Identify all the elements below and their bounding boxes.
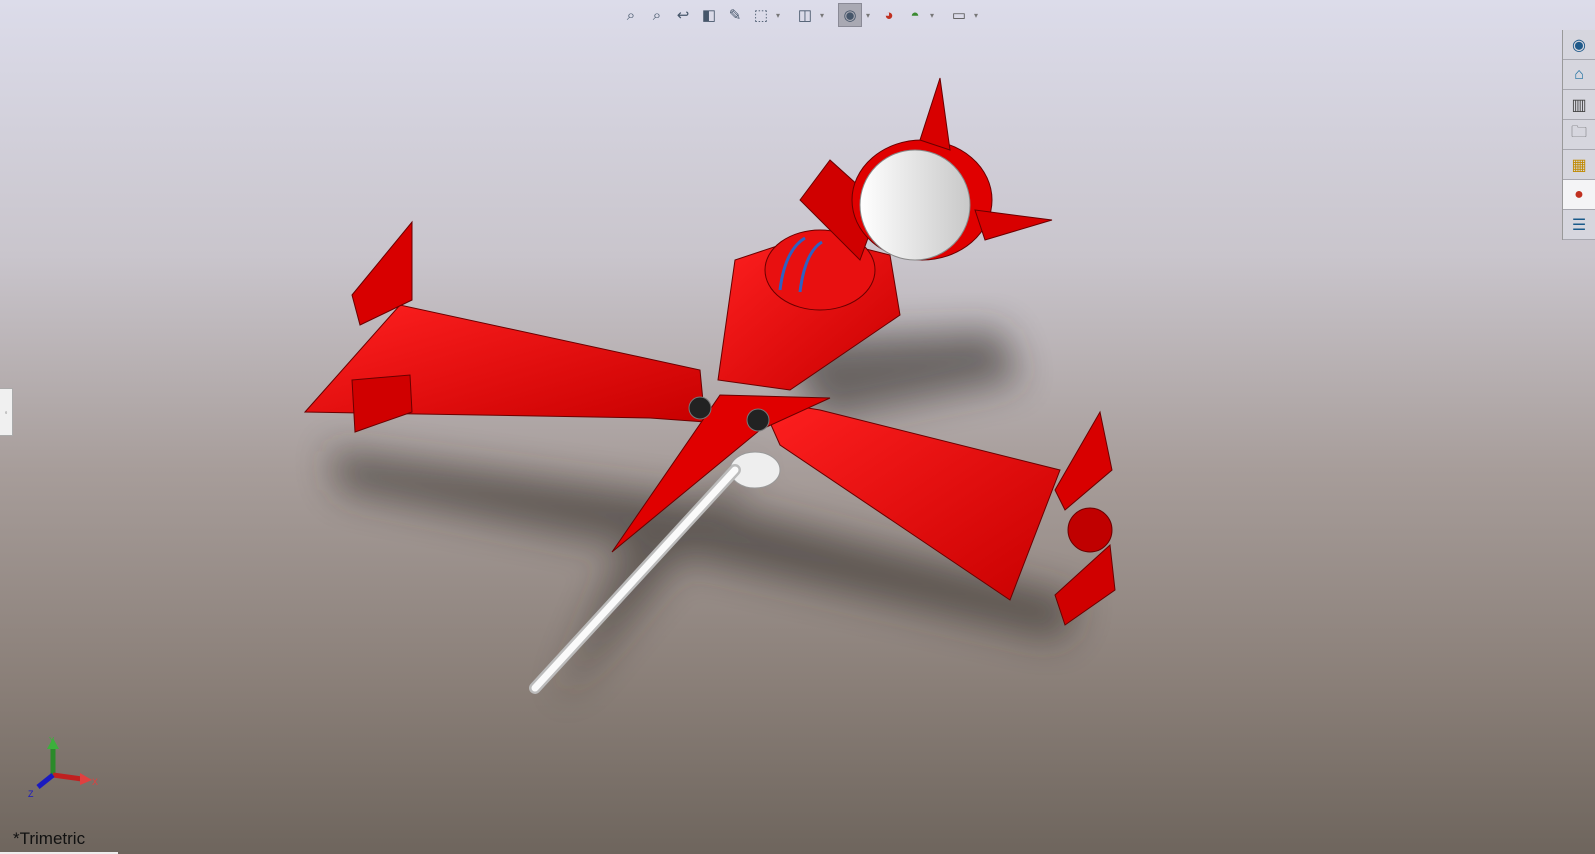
display-style-dropdown[interactable]: ▾ [820, 11, 828, 20]
triad-y-label: Y [49, 736, 55, 745]
task-pane-tabs: ◉ ⌂ ▥ 🗀 ▦ ● ☰ [1562, 30, 1595, 240]
view-settings-icon[interactable]: ▭ [948, 4, 970, 26]
triad-x-label: X [92, 777, 98, 787]
zoom-to-fit-icon[interactable]: ⌕ [620, 4, 642, 26]
view-orientation-dropdown[interactable]: ▾ [776, 11, 784, 20]
home-icon[interactable]: ⌂ [1563, 60, 1595, 90]
graphics-area[interactable]: ⌕ ⌕ ↩ ◧ ✎ ⬚ ▾ ◫ ▾ ◉ ▾ ◕ ◓ ▾ ▭ ▾ ◉ ⌂ ▥ 🗀 … [0, 0, 1595, 854]
left-wing [303, 220, 706, 433]
zoom-to-area-icon[interactable]: ⌕ [646, 4, 668, 26]
previous-view-icon[interactable]: ↩ [672, 4, 694, 26]
display-style-icon[interactable]: ◫ [794, 4, 816, 26]
feature-manager-expand-handle[interactable]: ◦ [0, 388, 13, 436]
reference-triad: Y X Z [28, 736, 98, 799]
dynamic-annotation-views-icon[interactable]: ✎ [724, 4, 746, 26]
edit-appearance-icon[interactable]: ◕ [878, 4, 900, 26]
apply-scene-icon[interactable]: ◓ [904, 4, 926, 26]
section-view-icon[interactable]: ◧ [698, 4, 720, 26]
file-explorer-icon[interactable]: 🗀 [1563, 120, 1595, 150]
custom-properties-icon[interactable]: ☰ [1563, 210, 1595, 240]
view-orientation-icon[interactable]: ⬚ [750, 4, 772, 26]
appearances-scenes-icon[interactable]: ● [1563, 180, 1595, 210]
hide-show-items-icon[interactable]: ◉ [838, 3, 862, 27]
view-orientation-label: *Trimetric [13, 829, 86, 848]
apply-scene-dropdown[interactable]: ▾ [930, 11, 938, 20]
view-settings-dropdown[interactable]: ▾ [974, 11, 982, 20]
hide-show-dropdown[interactable]: ▾ [866, 11, 874, 20]
view-palette-icon[interactable]: ▦ [1563, 150, 1595, 180]
3d-model-swordfish[interactable] [0, 0, 1595, 854]
design-library-icon[interactable]: ▥ [1563, 90, 1595, 120]
heads-up-view-toolbar: ⌕ ⌕ ↩ ◧ ✎ ⬚ ▾ ◫ ▾ ◉ ▾ ◕ ◓ ▾ ▭ ▾ [620, 3, 982, 27]
triad-z-label: Z [28, 789, 34, 799]
solidworks-resources-icon[interactable]: ◉ [1563, 30, 1595, 60]
